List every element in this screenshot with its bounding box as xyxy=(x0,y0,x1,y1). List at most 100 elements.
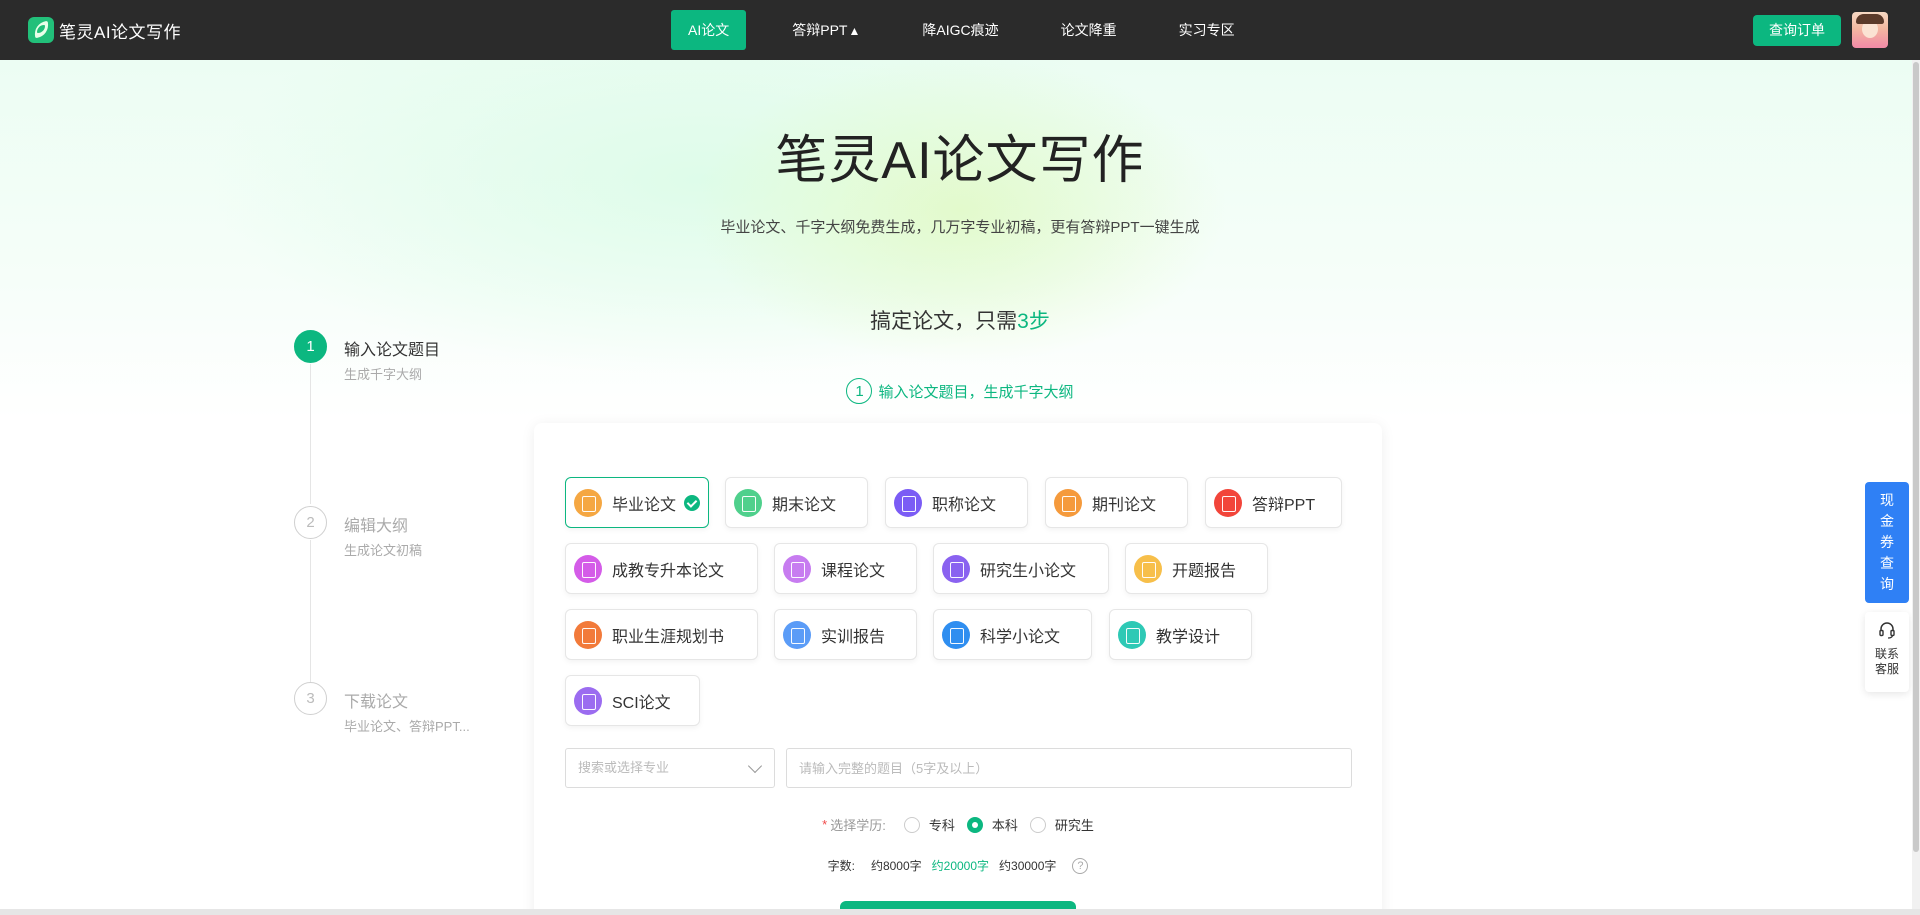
chevron-down-icon xyxy=(747,758,763,774)
type-label: 开题报告 xyxy=(1172,562,1237,580)
radio-button[interactable] xyxy=(966,816,983,833)
nav-item-label: 论文降重 xyxy=(1060,22,1117,38)
nav-item-label: 降AIGC痕迹 xyxy=(922,22,999,38)
career-plan-icon xyxy=(574,620,602,649)
word-option-30000[interactable]: 约30000字 xyxy=(999,857,1056,874)
coupon-query-button[interactable]: 现 金 券 查 询 xyxy=(1865,482,1909,603)
selected-check-icon xyxy=(684,494,701,511)
coupon-char: 询 xyxy=(1880,576,1894,592)
radio-label: 本科 xyxy=(991,818,1018,833)
type-career-plan[interactable]: 职业生涯规划书 xyxy=(565,609,758,660)
leaf-logo-icon xyxy=(28,17,54,43)
step-title: 下载论文 xyxy=(344,694,409,711)
ppt-icon xyxy=(1214,488,1242,517)
coupon-char: 券 xyxy=(1880,534,1894,550)
type-label: SCI论文 xyxy=(612,694,671,712)
course-paper-icon xyxy=(783,554,811,583)
step-title: 输入论文题目 xyxy=(344,342,441,359)
step-number: 1 xyxy=(294,330,327,363)
type-label: 成教专升本论文 xyxy=(612,562,725,580)
nav-menu: AI论文 答辩PPT▲ 降AIGC痕迹 论文降重 实习专区 xyxy=(671,10,1281,50)
type-final-paper[interactable]: 期末论文 xyxy=(725,477,868,528)
type-adult-edu-paper[interactable]: 成教专升本论文 xyxy=(565,543,758,594)
step-title: 编辑大纲 xyxy=(344,518,409,535)
proposal-report-icon xyxy=(1134,554,1162,583)
coupon-char: 金 xyxy=(1880,513,1894,529)
major-select-placeholder: 搜索或选择专业 xyxy=(578,760,670,775)
sci-paper-icon xyxy=(574,686,602,715)
type-training-report[interactable]: 实训报告 xyxy=(774,609,917,660)
nav-item-ai-paper[interactable]: AI论文 xyxy=(671,10,747,50)
type-label: 职业生涯规划书 xyxy=(612,628,725,646)
coupon-char: 查 xyxy=(1880,555,1894,571)
radio-button[interactable] xyxy=(903,816,920,833)
fire-icon: ▲ xyxy=(848,24,861,38)
radio-label: 研究生 xyxy=(1054,818,1094,833)
paper-form-card: 毕业论文 期末论文 职称论文 期刊论文 答辩PPT 成教专升本论文 课程论文 研… xyxy=(534,423,1382,915)
horizontal-scrollbar[interactable] xyxy=(0,909,1920,915)
query-order-button[interactable]: 查询订单 xyxy=(1753,15,1841,46)
customer-service-button[interactable]: 联系 客服 xyxy=(1865,612,1909,692)
nav-item-reduce-aigc[interactable]: 降AIGC痕迹 xyxy=(906,10,1014,50)
nav-item-plagiarism-reduce[interactable]: 论文降重 xyxy=(1045,10,1133,50)
graduate-paper-icon xyxy=(942,554,970,583)
type-label: 期刊论文 xyxy=(1092,496,1157,514)
scrollbar-thumb[interactable] xyxy=(1913,62,1919,852)
type-label: 课程论文 xyxy=(821,562,886,580)
type-label: 毕业论文 xyxy=(612,496,677,514)
type-label: 教学设计 xyxy=(1156,628,1221,646)
type-label: 实训报告 xyxy=(821,628,886,646)
steps-heading-prefix: 搞定论文，只需 xyxy=(870,310,1018,333)
type-title-paper[interactable]: 职称论文 xyxy=(885,477,1028,528)
type-defense-ppt[interactable]: 答辩PPT xyxy=(1205,477,1342,528)
top-nav: 笔灵AI论文写作 AI论文 答辩PPT▲ 降AIGC痕迹 论文降重 实习专区 查… xyxy=(0,0,1920,60)
cs-label-line: 客服 xyxy=(1874,662,1899,676)
type-teaching-design[interactable]: 教学设计 xyxy=(1109,609,1252,660)
type-graduate-short-paper[interactable]: 研究生小论文 xyxy=(933,543,1109,594)
headset-icon xyxy=(1879,622,1895,639)
type-science-paper[interactable]: 科学小论文 xyxy=(933,609,1092,660)
radio-button[interactable] xyxy=(1029,816,1046,833)
word-count-selector: 字数: 约8000字 约20000字 约30000字 ? xyxy=(534,857,1382,874)
word-option-8000[interactable]: 约8000字 xyxy=(871,857,922,874)
radio-label: 专科 xyxy=(928,818,955,833)
coupon-char: 现 xyxy=(1880,492,1894,508)
education-selector: * 选择学历: 专科 本科 研究生 xyxy=(534,815,1382,834)
type-label: 职称论文 xyxy=(932,496,997,514)
type-course-paper[interactable]: 课程论文 xyxy=(774,543,917,594)
type-sci-paper[interactable]: SCI论文 xyxy=(565,675,700,726)
final-paper-icon xyxy=(734,488,762,517)
education-option-graduate[interactable]: 研究生 xyxy=(1029,815,1094,834)
adult-edu-icon xyxy=(574,554,602,583)
help-icon[interactable]: ? xyxy=(1072,857,1089,874)
step-subtitle: 生成千字大纲 xyxy=(344,367,423,382)
education-option-junior-college[interactable]: 专科 xyxy=(903,815,955,834)
step-connector xyxy=(310,364,311,504)
cs-label-line: 联系 xyxy=(1874,647,1899,661)
step-hint-text: 输入论文题目，生成千字大纲 xyxy=(878,383,1074,401)
word-count-label: 字数: xyxy=(827,859,855,873)
teaching-design-icon xyxy=(1118,620,1146,649)
type-proposal-report[interactable]: 开题报告 xyxy=(1125,543,1268,594)
steps-heading: 搞定论文，只需3步 xyxy=(0,305,1920,335)
type-journal-paper[interactable]: 期刊论文 xyxy=(1045,477,1188,528)
nav-item-defense-ppt[interactable]: 答辩PPT▲ xyxy=(776,10,876,50)
type-graduation-paper[interactable]: 毕业论文 xyxy=(565,477,709,528)
nav-item-label: 实习专区 xyxy=(1178,22,1235,38)
word-option-20000[interactable]: 约20000字 xyxy=(932,857,989,874)
step-number: 2 xyxy=(294,506,327,539)
nav-item-label: AI论文 xyxy=(688,22,730,38)
paper-title-input[interactable] xyxy=(786,748,1352,788)
nav-item-internship[interactable]: 实习专区 xyxy=(1163,10,1251,50)
type-label: 期末论文 xyxy=(772,496,837,514)
current-step-hint: 1 输入论文题目，生成千字大纲 xyxy=(0,378,1920,404)
atom-icon xyxy=(942,620,970,649)
education-option-undergraduate[interactable]: 本科 xyxy=(966,815,1018,834)
education-label: 选择学历: xyxy=(830,818,886,833)
nav-item-label: 答辩PPT xyxy=(792,22,848,38)
avatar[interactable] xyxy=(1852,12,1888,48)
major-select[interactable]: 搜索或选择专业 xyxy=(565,748,775,788)
brand[interactable]: 笔灵AI论文写作 xyxy=(28,16,181,44)
step-hint-number: 1 xyxy=(846,378,873,404)
training-report-icon xyxy=(783,620,811,649)
